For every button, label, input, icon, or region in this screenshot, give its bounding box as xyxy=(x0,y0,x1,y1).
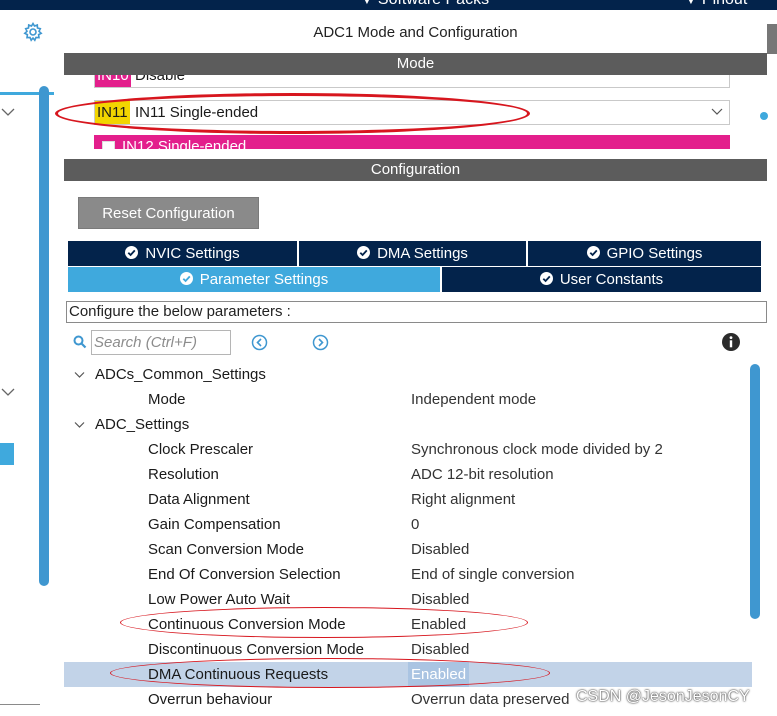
checkbox[interactable] xyxy=(102,141,115,149)
param-value: Synchronous clock mode divided by 2 xyxy=(411,441,663,458)
info-icon[interactable] xyxy=(721,332,741,352)
pin-tag: IN11 xyxy=(95,101,130,124)
param-value: Disabled xyxy=(411,591,470,608)
search-row xyxy=(70,329,760,357)
param-name: Discontinuous Conversion Mode xyxy=(148,641,364,658)
mode-value: IN12 Single-ended xyxy=(122,138,247,149)
param-value: Disabled xyxy=(411,541,470,558)
param-value: ADC 12-bit resolution xyxy=(411,466,554,483)
param-row[interactable]: Discontinuous Conversion Mode Disabled xyxy=(64,637,752,662)
gear-icon[interactable] xyxy=(22,21,44,43)
param-name: Gain Compensation xyxy=(148,516,281,533)
mode-value: Disable xyxy=(135,75,186,84)
param-name: Scan Conversion Mode xyxy=(148,541,304,558)
param-name: Overrun behaviour xyxy=(148,691,273,708)
param-value[interactable]: Enabled xyxy=(408,662,470,687)
param-value: Overrun data preserved xyxy=(411,691,570,708)
panel-title: ADC1 Mode and Configuration xyxy=(313,24,518,41)
check-circle-icon xyxy=(586,246,600,259)
divider xyxy=(0,704,40,705)
mode-row-in12[interactable]: IN12 Single-ended xyxy=(94,135,730,149)
tab-parameter-settings[interactable]: Parameter Settings xyxy=(68,267,440,292)
search-icon xyxy=(73,335,87,349)
param-row[interactable]: Low Power Auto Wait Disabled xyxy=(64,587,752,612)
group-label: ADCs_Common_Settings xyxy=(95,366,266,383)
param-name: Mode xyxy=(148,391,186,408)
parameter-tree: ADCs_Common_Settings Mode Independent mo… xyxy=(64,362,752,716)
param-row[interactable]: Continuous Conversion Mode Enabled xyxy=(64,612,752,637)
status-dot xyxy=(760,112,768,120)
param-name: Resolution xyxy=(148,466,219,483)
param-name: Low Power Auto Wait xyxy=(148,591,291,608)
pin-tag: IN10 xyxy=(95,75,131,87)
watermark: CSDN @JesonJesonCY xyxy=(576,688,750,705)
check-circle-icon xyxy=(539,272,553,285)
reset-configuration-button[interactable]: Reset Configuration xyxy=(78,197,259,229)
chevron-down-icon[interactable] xyxy=(0,386,16,398)
param-row[interactable]: Resolution ADC 12-bit resolution xyxy=(64,462,752,487)
search-next-icon[interactable] xyxy=(312,334,329,351)
tab-label: GPIO Settings xyxy=(606,245,703,262)
param-row[interactable]: Mode Independent mode xyxy=(64,387,752,412)
param-value: Disabled xyxy=(411,641,470,658)
tab-label: Parameter Settings xyxy=(199,271,329,288)
group-label: ADC_Settings xyxy=(95,416,190,433)
param-value: Right alignment xyxy=(411,491,516,508)
adc-config-panel: ADC1 Mode and Configuration Mode IN10 Di… xyxy=(54,10,777,716)
param-row[interactable]: Clock Prescaler Synchronous clock mode d… xyxy=(64,437,752,462)
pinout-menu[interactable]: ▼ Pinout xyxy=(686,0,747,9)
parameter-scrollbar[interactable] xyxy=(750,364,760,619)
param-value: Enabled xyxy=(411,616,467,633)
left-category-panel xyxy=(0,10,54,716)
left-scrollbar[interactable] xyxy=(39,86,49,586)
mode-list: IN10 Disable IN11 IN11 Single-ended IN12… xyxy=(64,75,767,149)
tab-user-constants[interactable]: User Constants xyxy=(442,267,761,292)
chevron-down-icon[interactable] xyxy=(711,107,723,117)
param-row[interactable]: Scan Conversion Mode Disabled xyxy=(64,537,752,562)
param-row[interactable]: Gain Compensation 0 xyxy=(64,512,752,537)
param-row[interactable]: End Of Conversion Selection End of singl… xyxy=(64,562,752,587)
mode-section-header: Mode xyxy=(64,53,767,75)
tab-nvic-settings[interactable]: NVIC Settings xyxy=(68,241,297,266)
tree-group-adc-settings[interactable]: ADC_Settings xyxy=(64,412,752,437)
mode-value: IN11 Single-ended xyxy=(135,104,259,121)
param-row-selected[interactable]: DMA Continuous Requests Enabled xyxy=(64,662,752,687)
selected-category-marker[interactable] xyxy=(0,443,14,465)
param-name: Continuous Conversion Mode xyxy=(148,616,346,633)
chevron-down-icon: ▼ xyxy=(362,0,372,7)
tree-group-adcs-common[interactable]: ADCs_Common_Settings xyxy=(64,362,752,387)
param-name: Clock Prescaler xyxy=(148,441,254,458)
chevron-down-icon[interactable] xyxy=(74,371,85,379)
param-name: Data Alignment xyxy=(148,491,250,508)
tab-dma-settings[interactable]: DMA Settings xyxy=(299,241,526,266)
check-circle-icon xyxy=(179,272,193,285)
tab-gpio-settings[interactable]: GPIO Settings xyxy=(528,241,761,266)
mode-row-in11[interactable]: IN11 IN11 Single-ended xyxy=(94,100,730,125)
tab-label: User Constants xyxy=(559,271,664,288)
param-value: End of single conversion xyxy=(411,566,575,583)
param-name: End Of Conversion Selection xyxy=(148,566,341,583)
search-input[interactable] xyxy=(91,330,231,355)
settings-tabs: NVIC Settings DMA Settings GPIO Settings… xyxy=(68,241,761,293)
tab-label: NVIC Settings xyxy=(145,245,240,262)
software-packs-label: Software Packs xyxy=(378,0,489,8)
configuration-section-header: Configuration xyxy=(64,159,767,181)
pinout-label: Pinout xyxy=(702,0,747,8)
tab-label: DMA Settings xyxy=(377,245,468,262)
chevron-down-icon[interactable] xyxy=(0,106,16,118)
configure-instructions: Configure the below parameters : xyxy=(66,301,767,323)
chevron-down-icon[interactable] xyxy=(74,421,85,429)
param-value: 0 xyxy=(411,516,420,533)
mode-row-in10[interactable]: IN10 Disable xyxy=(94,75,730,88)
check-circle-icon xyxy=(125,246,139,259)
software-packs-menu[interactable]: ▼ Software Packs xyxy=(362,0,489,9)
collapse-handle[interactable] xyxy=(767,24,777,54)
chevron-down-icon: ▼ xyxy=(686,0,696,7)
param-row[interactable]: Data Alignment Right alignment xyxy=(64,487,752,512)
search-previous-icon[interactable] xyxy=(251,334,268,351)
param-value: Independent mode xyxy=(411,391,537,408)
top-menu-bar: ▼ Software Packs ▼ Pinout xyxy=(0,0,777,10)
param-name: DMA Continuous Requests xyxy=(148,666,329,683)
check-circle-icon xyxy=(357,246,371,259)
